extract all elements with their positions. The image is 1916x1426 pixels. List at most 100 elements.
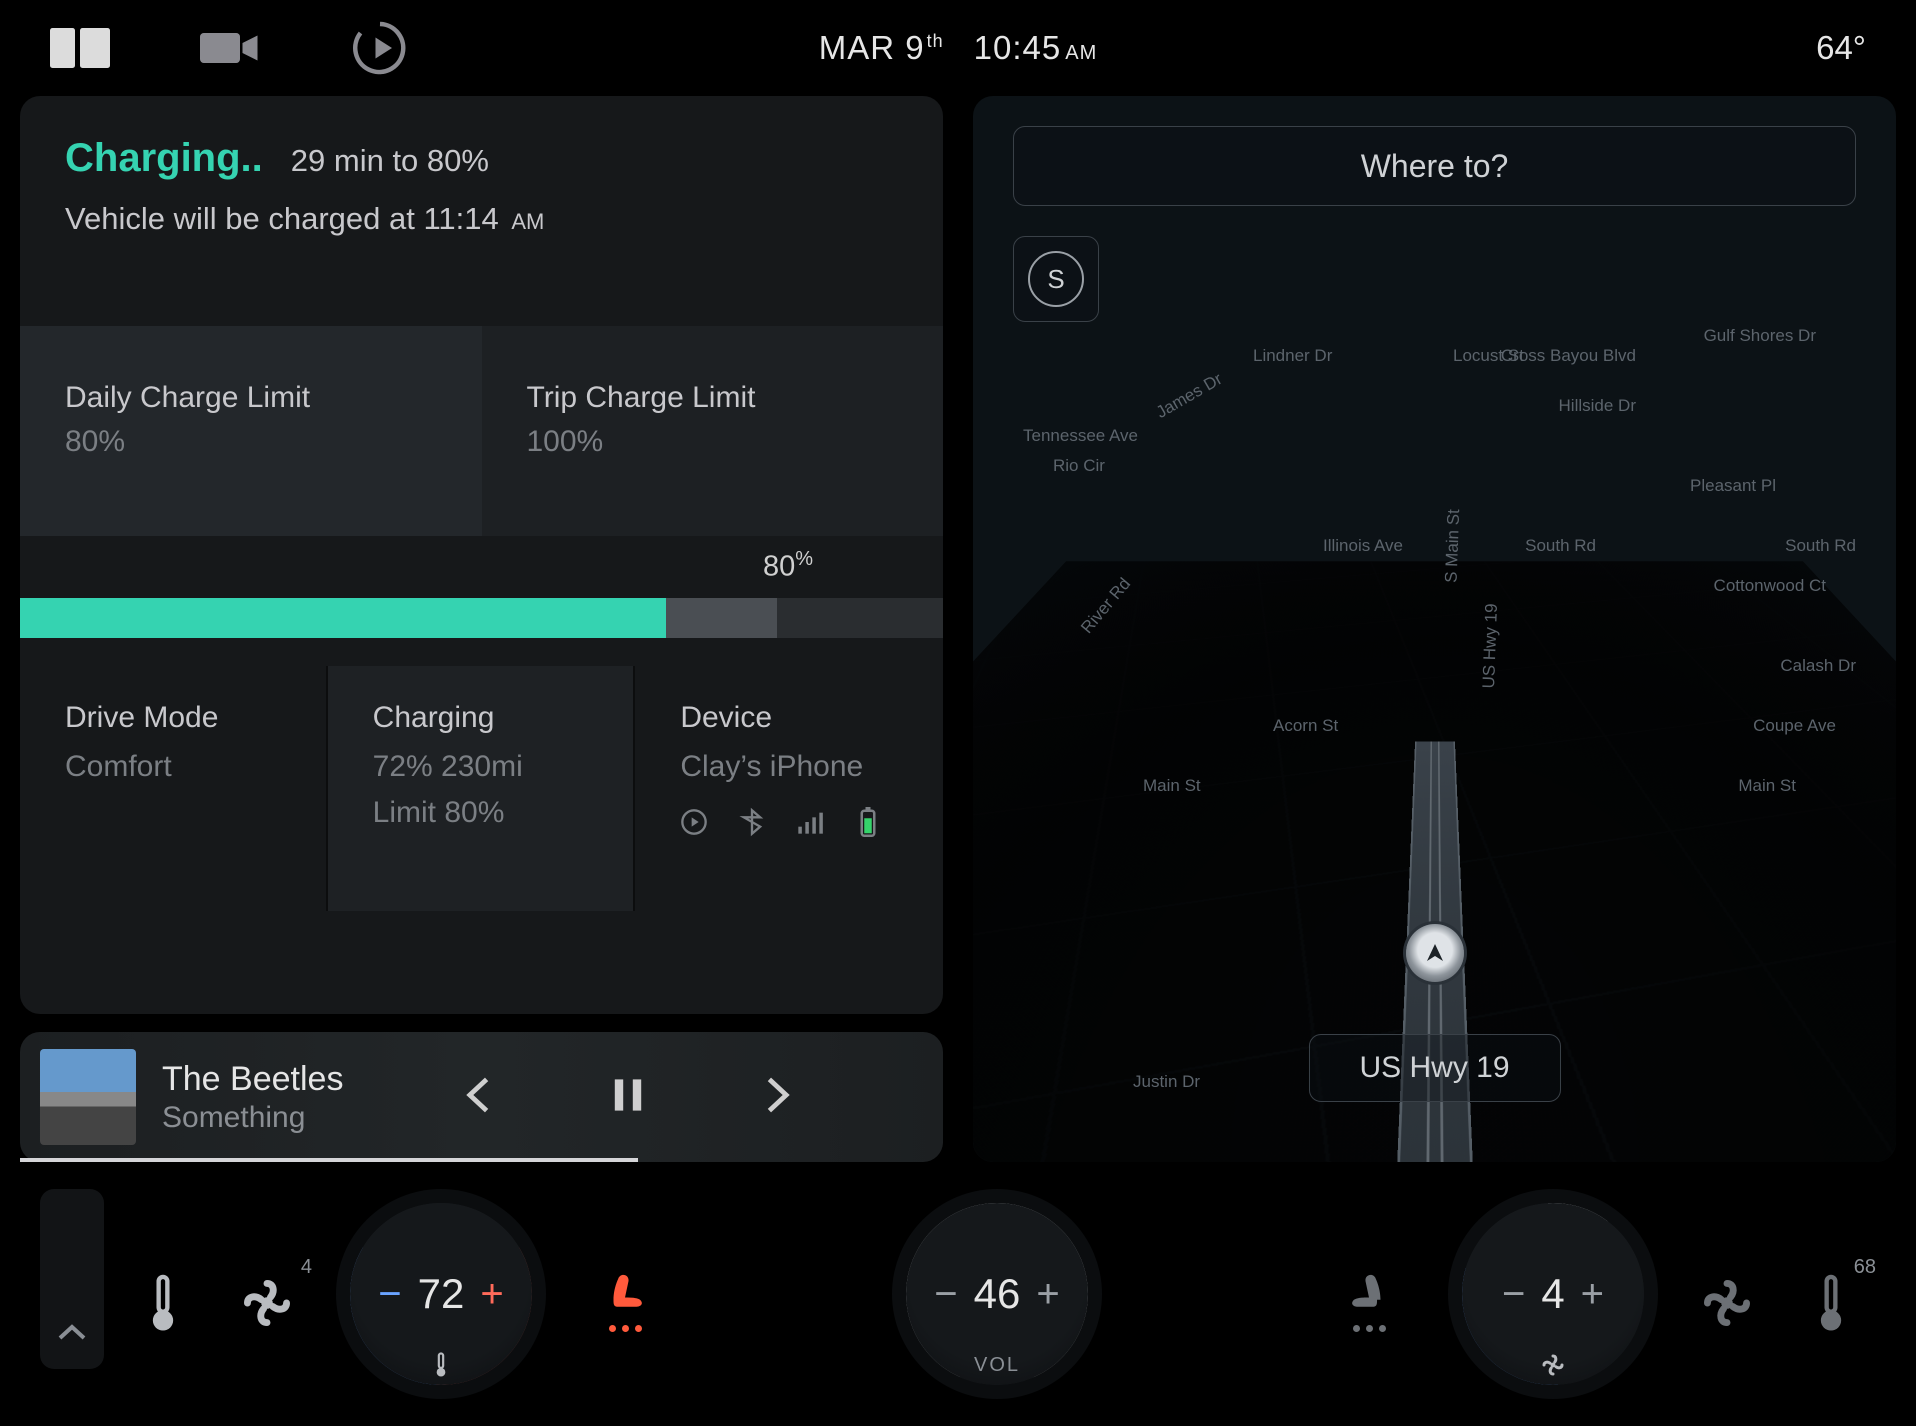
- street-label: Main St: [1143, 776, 1201, 796]
- volume-dial[interactable]: − 46 + VOL: [892, 1189, 1102, 1399]
- layout-toggle-icon[interactable]: [50, 28, 110, 68]
- left-fan-level: 4: [222, 1256, 312, 1272]
- right-fan-icon[interactable]: [1682, 1256, 1772, 1332]
- compass-button[interactable]: S: [1013, 236, 1099, 322]
- device-cell[interactable]: Device Clay’s iPhone: [635, 666, 943, 911]
- drive-mode-value: Comfort: [65, 745, 296, 789]
- climate-expand-button[interactable]: [40, 1189, 104, 1369]
- street-label: Tennessee Ave: [1023, 426, 1138, 446]
- drive-mode-label: Drive Mode: [65, 701, 296, 735]
- passenger-fan-value: 4: [1541, 1270, 1564, 1318]
- album-art: [40, 1049, 136, 1145]
- device-status-icons: [680, 807, 913, 837]
- passenger-fan-up-button[interactable]: +: [1581, 1274, 1604, 1314]
- map-card[interactable]: Tennessee Ave River Rd Acorn St Main St …: [973, 96, 1896, 1162]
- device-cell-label: Device: [680, 701, 913, 735]
- charge-fill: [20, 598, 666, 638]
- media-prev-button[interactable]: [464, 1077, 490, 1118]
- passenger-seat-heat-button[interactable]: [1314, 1257, 1424, 1332]
- charging-cell-line1: 72% 230mi: [373, 745, 604, 789]
- dashcam-icon[interactable]: [200, 28, 260, 68]
- charging-eta: 29 min to 80%: [291, 143, 489, 179]
- charge-progress[interactable]: 80%: [20, 536, 943, 666]
- charging-full-time: Vehicle will be charged at 11:14 AM: [65, 201, 898, 237]
- passenger-temp-value: 68: [1786, 1256, 1876, 1272]
- charge-target-segment: [666, 598, 777, 638]
- street-label: Main St: [1738, 776, 1796, 796]
- street-label: Calash Dr: [1780, 656, 1856, 676]
- media-artist: The Beetles: [162, 1060, 343, 1099]
- charge-target-label: 80%: [763, 548, 813, 584]
- driver-seat-heat-button[interactable]: [570, 1257, 680, 1332]
- daily-charge-limit-label: Daily Charge Limit: [65, 381, 437, 415]
- trip-charge-limit-value: 100%: [527, 425, 899, 459]
- street-label: South Rd: [1785, 536, 1856, 556]
- charging-header: Charging.. 29 min to 80% Vehicle will be…: [20, 96, 943, 326]
- signal-icon: [796, 807, 824, 837]
- street-label: Lindner Dr: [1253, 346, 1332, 366]
- trip-charge-limit-cell[interactable]: Trip Charge Limit 100%: [482, 326, 944, 536]
- street-label: James Dr: [1153, 369, 1226, 423]
- volume-up-button[interactable]: +: [1036, 1274, 1059, 1314]
- street-label: Rio Cir: [1053, 456, 1105, 476]
- charging-cell-label: Charging: [373, 701, 604, 735]
- street-label: Pleasant Pl: [1690, 476, 1776, 496]
- street-label: Justin Dr: [1133, 1072, 1200, 1092]
- street-label: Gulf Shores Dr: [1704, 326, 1816, 346]
- street-label: S Main St: [1442, 509, 1465, 583]
- media-next-button[interactable]: [766, 1077, 792, 1118]
- volume-down-button[interactable]: −: [934, 1274, 957, 1314]
- clock: MAR 9th 10:45AM: [819, 29, 1097, 67]
- street-label: Hillside Dr: [1559, 396, 1636, 416]
- map-search-placeholder: Where to?: [1361, 148, 1509, 185]
- date-day: 9: [905, 29, 924, 66]
- driver-temp-down-button[interactable]: −: [378, 1274, 401, 1314]
- street-label: South Rd: [1525, 536, 1596, 556]
- map-search-input[interactable]: Where to?: [1013, 126, 1856, 206]
- left-fan-icon[interactable]: 4: [222, 1256, 312, 1332]
- daily-charge-limit-cell[interactable]: Daily Charge Limit 80%: [20, 326, 482, 536]
- bluetooth-icon: [738, 807, 766, 837]
- street-label: Coupe Ave: [1753, 716, 1836, 736]
- time: 10:45: [974, 29, 1062, 66]
- fan-icon: [1541, 1352, 1565, 1383]
- charging-card[interactable]: Charging.. 29 min to 80% Vehicle will be…: [20, 96, 943, 1014]
- driver-temp-dial[interactable]: − 72 +: [336, 1189, 546, 1399]
- street-label: Cross Bayou Blvd: [1501, 346, 1636, 366]
- climate-bar: 4 − 72 + − 46 +: [0, 1162, 1916, 1426]
- outside-temp: 64°: [1816, 29, 1866, 67]
- daily-charge-limit-value: 80%: [65, 425, 437, 459]
- media-track: Something: [162, 1101, 343, 1135]
- volume-label: VOL: [892, 1354, 1102, 1377]
- device-cell-value: Clay’s iPhone: [680, 745, 913, 789]
- compass-heading: S: [1030, 253, 1082, 305]
- vehicle-marker-icon: [1406, 924, 1464, 982]
- battery-icon: [854, 807, 882, 837]
- left-temp-icon[interactable]: [118, 1256, 208, 1332]
- street-label: Illinois Ave: [1323, 536, 1403, 556]
- trip-charge-limit-label: Trip Charge Limit: [527, 381, 899, 415]
- media-bar[interactable]: The Beetles Something: [20, 1032, 943, 1162]
- time-ampm: AM: [1065, 42, 1097, 64]
- date-month: MAR: [819, 29, 895, 66]
- charging-title: Charging..: [65, 136, 263, 181]
- driver-temp-value: 72: [418, 1270, 465, 1318]
- street-label: Acorn St: [1273, 716, 1338, 736]
- thermometer-icon: [429, 1352, 453, 1383]
- street-label: US Hwy 19: [1479, 603, 1502, 689]
- right-temp-icon[interactable]: 68: [1786, 1256, 1876, 1332]
- street-label: Cottonwood Ct: [1714, 576, 1826, 596]
- drive-mode-cell[interactable]: Drive Mode Comfort: [20, 666, 328, 911]
- media-pause-button[interactable]: [610, 1077, 646, 1118]
- current-road-label: US Hwy 19: [1308, 1034, 1560, 1102]
- passenger-fan-dial[interactable]: − 4 +: [1448, 1189, 1658, 1399]
- volume-value: 46: [974, 1270, 1021, 1318]
- power-replay-icon[interactable]: [350, 28, 410, 68]
- charging-cell-line2: Limit 80%: [373, 791, 604, 835]
- charging-cell[interactable]: Charging 72% 230mi Limit 80%: [328, 666, 636, 911]
- status-bar: MAR 9th 10:45AM 64°: [0, 0, 1916, 96]
- play-status-icon: [680, 807, 708, 837]
- passenger-fan-down-button[interactable]: −: [1502, 1274, 1525, 1314]
- driver-temp-up-button[interactable]: +: [480, 1274, 503, 1314]
- date-suffix: th: [927, 31, 944, 51]
